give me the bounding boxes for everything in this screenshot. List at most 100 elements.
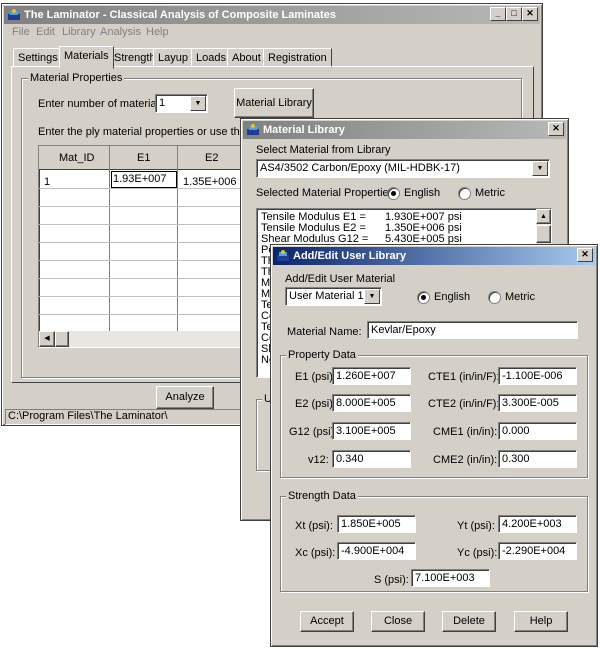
property-data-label: Property Data bbox=[286, 349, 358, 361]
scroll-left-button[interactable]: ◀ bbox=[39, 331, 55, 347]
grid-cell-mat-id[interactable]: 1 bbox=[44, 176, 50, 188]
material-library-button[interactable]: Material Library bbox=[234, 88, 314, 118]
close-button[interactable]: ✕ bbox=[577, 248, 593, 262]
tab-about[interactable]: About bbox=[227, 48, 266, 68]
menu-file[interactable]: File bbox=[12, 26, 30, 38]
laminator-app-icon bbox=[277, 250, 289, 261]
e1-label: E1 (psi): bbox=[295, 371, 336, 383]
metric-radio-label: Metric bbox=[475, 187, 505, 199]
main-titlebar[interactable]: The Laminator - Classical Analysis of Co… bbox=[4, 6, 540, 24]
minimize-button[interactable]: _ bbox=[490, 7, 506, 21]
close-button[interactable]: ✕ bbox=[548, 122, 564, 136]
grid-row-line bbox=[39, 242, 249, 243]
tab-registration[interactable]: Registration bbox=[263, 48, 332, 68]
tab-layup[interactable]: Layup bbox=[153, 48, 193, 68]
grid-header-mat-id: Mat_ID bbox=[59, 152, 95, 164]
tab-settings[interactable]: Settings bbox=[13, 48, 63, 68]
menu-help[interactable]: Help bbox=[146, 26, 169, 38]
material-name-field[interactable]: Kevlar/Epoxy bbox=[367, 321, 578, 339]
g12-field[interactable]: 3.100E+005 bbox=[332, 422, 411, 440]
grid-cell-e2[interactable]: 1.35E+006 bbox=[183, 176, 237, 188]
yc-field[interactable]: -2.290E+004 bbox=[498, 542, 577, 560]
e1-field[interactable]: 1.260E+007 bbox=[332, 367, 411, 385]
cme1-field[interactable]: 0.000 bbox=[498, 422, 577, 440]
accept-button[interactable]: Accept bbox=[300, 611, 354, 632]
library-titlebar[interactable]: Material Library bbox=[243, 121, 566, 139]
v12-field[interactable]: 0.340 bbox=[332, 450, 411, 468]
cte2-label: CTE2 (in/in/F): bbox=[428, 398, 500, 410]
scroll-thumb[interactable] bbox=[55, 331, 69, 347]
tab-materials[interactable]: Materials bbox=[59, 46, 114, 69]
grid-row-line bbox=[39, 296, 249, 297]
scroll-thumb[interactable] bbox=[536, 225, 551, 243]
s-label: S (psi): bbox=[374, 574, 409, 586]
cme2-field[interactable]: 0.300 bbox=[498, 450, 577, 468]
grid-row-line bbox=[39, 188, 249, 189]
cme1-label: CME1 (in/in): bbox=[433, 426, 498, 438]
tab-strip: Settings Materials Strength Layup Loads … bbox=[13, 46, 533, 69]
grid-row-line bbox=[39, 206, 249, 207]
grid-horizontal-scrollbar[interactable]: ◀ bbox=[39, 331, 249, 347]
material-grid[interactable]: Mat_ID E1 E2 1 1.93E+007 1.35E+006 ◀ bbox=[38, 145, 250, 348]
e2-label: E2 (psi): bbox=[295, 398, 336, 410]
english-radio-label: English bbox=[404, 187, 441, 199]
grid-row-line bbox=[39, 224, 249, 225]
grid-row-line bbox=[39, 260, 249, 261]
material-name-label: Material Name: bbox=[287, 326, 362, 338]
status-path: C:\Program Files\The Laminator\ bbox=[8, 410, 168, 422]
library-window-title: Material Library bbox=[263, 124, 345, 136]
cte1-field[interactable]: -1.100E-006 bbox=[498, 367, 577, 385]
scroll-up-button[interactable]: ▲ bbox=[536, 209, 551, 224]
menu-edit[interactable]: Edit bbox=[36, 26, 55, 38]
metric-radio[interactable] bbox=[458, 187, 471, 200]
material-properties-label: Material Properties bbox=[28, 72, 125, 84]
english-radio[interactable] bbox=[387, 187, 400, 200]
menu-analysis[interactable]: Analysis bbox=[100, 26, 141, 38]
grid-cell-e1[interactable]: 1.93E+007 bbox=[111, 171, 177, 188]
chevron-down-icon[interactable]: ▼ bbox=[532, 161, 548, 176]
user-material-select[interactable]: User Material 1 ▼ bbox=[285, 287, 382, 306]
user-library-title: Add/Edit User Library bbox=[293, 250, 407, 262]
chevron-down-icon[interactable]: ▼ bbox=[364, 289, 380, 304]
laminator-app-icon bbox=[8, 9, 20, 20]
library-material-select[interactable]: AS4/3502 Carbon/Epoxy (MIL-HDBK-17) ▼ bbox=[256, 159, 550, 178]
main-window-title: The Laminator - Classical Analysis of Co… bbox=[24, 9, 336, 21]
tab-loads[interactable]: Loads bbox=[191, 48, 231, 68]
xc-label: Xc (psi): bbox=[295, 547, 336, 559]
menu-library[interactable]: Library bbox=[62, 26, 96, 38]
selected-props-label: Selected Material Properties bbox=[256, 187, 395, 199]
g12-label: G12 (psi): bbox=[289, 426, 338, 438]
strength-data-label: Strength Data bbox=[286, 490, 358, 502]
num-materials-select[interactable]: 1 ▼ bbox=[155, 94, 208, 113]
user-library-window: Add/Edit User Library ✕ Add/Edit User Ma… bbox=[270, 244, 598, 647]
xc-field[interactable]: -4.900E+004 bbox=[337, 542, 416, 560]
metric-radio-label: Metric bbox=[505, 291, 535, 303]
grid-col-line bbox=[177, 146, 178, 331]
num-materials-label: Enter number of materials: bbox=[38, 98, 168, 110]
metric-radio[interactable] bbox=[488, 291, 501, 304]
close-button[interactable]: ✕ bbox=[522, 7, 538, 21]
help-button[interactable]: Help bbox=[514, 611, 568, 632]
cte2-field[interactable]: 3.300E-005 bbox=[498, 394, 577, 412]
grid-header-e1: E1 bbox=[137, 152, 151, 164]
close-dialog-button[interactable]: Close bbox=[371, 611, 425, 632]
s-field[interactable]: 7.100E+003 bbox=[411, 569, 490, 587]
english-radio[interactable] bbox=[417, 291, 430, 304]
chevron-down-icon[interactable]: ▼ bbox=[190, 96, 206, 111]
xt-field[interactable]: 1.850E+005 bbox=[337, 515, 416, 533]
xt-label: Xt (psi): bbox=[295, 520, 333, 532]
add-edit-label: Add/Edit User Material bbox=[285, 273, 396, 285]
yc-label: Yc (psi): bbox=[457, 547, 498, 559]
analyze-button[interactable]: Analyze bbox=[156, 386, 214, 409]
grid-header-e2: E2 bbox=[205, 152, 219, 164]
maximize-button[interactable]: □ bbox=[506, 7, 522, 21]
cte1-label: CTE1 (in/in/F): bbox=[428, 371, 500, 383]
delete-button[interactable]: Delete bbox=[442, 611, 496, 632]
user-library-titlebar[interactable]: Add/Edit User Library bbox=[273, 247, 595, 265]
grid-row-line bbox=[39, 314, 249, 315]
yt-field[interactable]: 4.200E+003 bbox=[498, 515, 577, 533]
english-radio-label: English bbox=[434, 291, 471, 303]
yt-label: Yt (psi): bbox=[457, 520, 495, 532]
e2-field[interactable]: 8.000E+005 bbox=[332, 394, 411, 412]
grid-col-line bbox=[109, 146, 110, 331]
